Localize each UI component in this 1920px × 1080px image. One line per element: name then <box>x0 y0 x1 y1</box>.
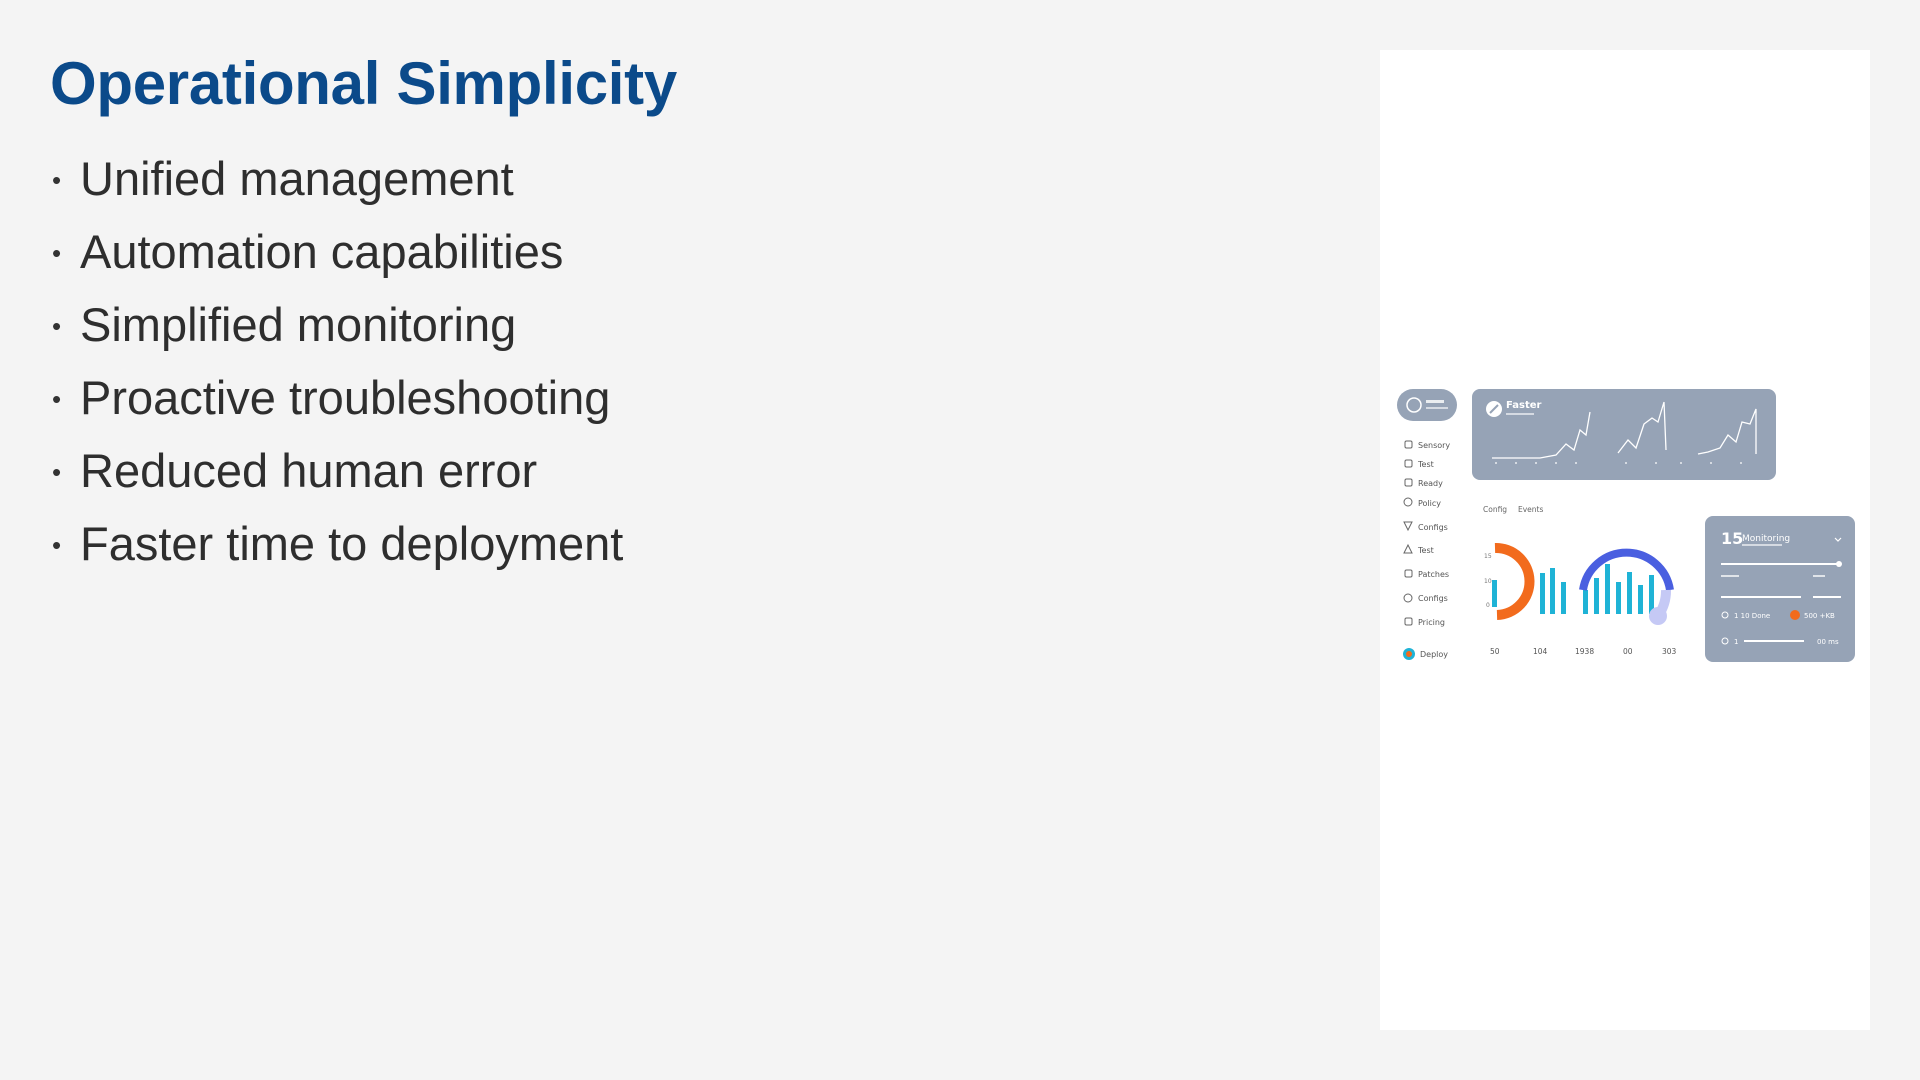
sidebar-item-label: Deploy <box>1420 650 1448 659</box>
sidebar-item-label: Policy <box>1418 499 1441 508</box>
bullet-list: • Unified management • Automation capabi… <box>50 142 623 580</box>
svg-text:15: 15 <box>1484 553 1492 560</box>
detail-value: 00 ms <box>1817 638 1839 646</box>
detail-value: 500 +KB <box>1804 612 1835 620</box>
bullet-item: • Simplified monitoring <box>50 288 623 361</box>
bullet-dot-icon: • <box>52 457 62 487</box>
bullet-item: • Faster time to deployment <box>50 507 623 580</box>
metric-value: 50 <box>1490 647 1500 656</box>
sidebar: Sensory Test Ready Policy Configs Test P… <box>1403 440 1450 660</box>
bullet-text: Proactive troubleshooting <box>80 370 611 424</box>
bullet-dot-icon: • <box>52 165 62 195</box>
bullet-dot-icon: • <box>52 311 62 341</box>
svg-text:0: 0 <box>1486 602 1490 609</box>
metric-value: 303 <box>1662 647 1677 656</box>
tab-label: Config <box>1483 505 1507 514</box>
sidebar-item-label: Configs <box>1418 594 1448 603</box>
card-label: Faster <box>1506 400 1542 411</box>
bullet-text: Simplified monitoring <box>80 297 517 351</box>
stat-label: Monitoring <box>1742 534 1790 544</box>
tab-label: Events <box>1518 505 1543 514</box>
sidebar-item-label: Pricing <box>1418 618 1445 627</box>
progress-bar <box>1721 563 1840 565</box>
bullet-item: • Automation capabilities <box>50 215 623 288</box>
stat-number: 15 <box>1721 529 1743 548</box>
svg-text:10: 10 <box>1484 578 1492 585</box>
sidebar-item-label: Test <box>1417 460 1434 469</box>
sidebar-item-label: Patches <box>1418 570 1449 579</box>
sidebar-item-label: Ready <box>1418 479 1443 488</box>
bullet-text: Unified management <box>80 151 514 205</box>
donut-chart-icon <box>1494 542 1535 620</box>
bullet-item: • Reduced human error <box>50 434 623 507</box>
status-dot <box>1790 610 1800 620</box>
bullet-dot-icon: • <box>52 530 62 560</box>
dashboard-illustration-svg: Sensory Test Ready Policy Configs Test P… <box>1397 389 1855 662</box>
sidebar-item-label: Test <box>1417 546 1434 555</box>
slide-title: Operational Simplicity <box>50 50 677 117</box>
bullet-text: Reduced human error <box>80 443 538 497</box>
bullet-item: • Unified management <box>50 142 623 215</box>
metric-value: 104 <box>1533 647 1548 656</box>
sidebar-item-label: Sensory <box>1418 441 1450 450</box>
dashboard-illustration: Sensory Test Ready Policy Configs Test P… <box>1380 50 1870 1030</box>
logo-pill <box>1397 389 1457 421</box>
detail-value: 1 10 Done <box>1734 612 1770 620</box>
metric-value: 1938 <box>1575 647 1594 656</box>
sidebar-item-label: Configs <box>1418 523 1448 532</box>
bullet-item: • Proactive troubleshooting <box>50 361 623 434</box>
detail-value: 1 <box>1734 638 1738 646</box>
metric-value: 00 <box>1623 647 1633 656</box>
bullet-text: Faster time to deployment <box>80 516 624 570</box>
bullet-dot-icon: • <box>52 238 62 268</box>
slide: Operational Simplicity • Unified managem… <box>0 0 1920 1080</box>
bullet-text: Automation capabilities <box>80 224 564 278</box>
bullet-dot-icon: • <box>52 384 62 414</box>
